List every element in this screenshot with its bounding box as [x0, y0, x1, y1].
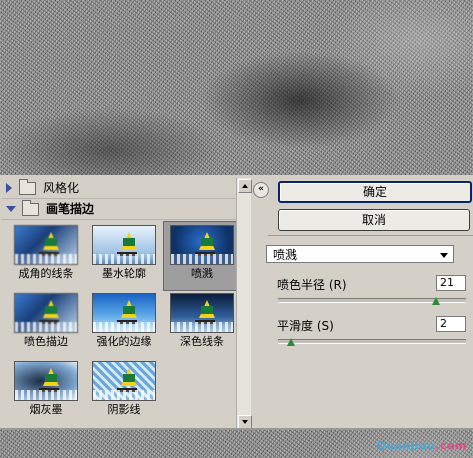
sailboat-wave-shape: [93, 254, 155, 264]
filter-thumbnail-grid: 成角的线条 墨水轮廓 喷溅喷色描边 强化的边缘 深色线条烟灰墨 阴影线: [2, 220, 236, 426]
sailboat-preview-icon: [92, 293, 156, 333]
folder-row-stylize[interactable]: 风格化: [2, 178, 236, 199]
folder-icon: [19, 178, 36, 195]
sailboat-sail2-shape: [201, 306, 213, 314]
folder-icon: [22, 199, 39, 216]
sailboat-preview-icon: [14, 361, 78, 401]
sailboat-wave-shape: [15, 322, 77, 332]
filter-thumbnail[interactable]: 阴影线: [86, 358, 162, 426]
chevron-down-icon: [440, 253, 448, 258]
sailboat-wave-shape: [15, 254, 77, 264]
sailboat-wave-shape: [171, 322, 233, 332]
filter-thumbnail[interactable]: 深色线条: [164, 290, 236, 358]
filter-tree: 风格化 画笔描边 成角的线条 墨水轮廓 喷溅喷色描边 强化的边缘 深色线条烟灰墨 阴影线: [2, 178, 236, 430]
sailboat-preview-icon: [92, 225, 156, 265]
filter-thumbnail-label: 墨水轮廓: [102, 267, 146, 280]
filter-thumbnail[interactable]: 强化的边缘: [86, 290, 162, 358]
filter-gallery-panel: 风格化 画笔描边 成角的线条 墨水轮廓 喷溅 喷色描边 强化的边缘 深色线条 烟灰墨 阴影线 …: [0, 175, 473, 430]
filter-thumbnail-label: 深色线条: [180, 335, 224, 348]
filter-thumbnail-label: 烟灰墨: [29, 403, 63, 416]
sailboat-sail2-shape: [123, 238, 135, 246]
sailboat-wave-shape: [15, 390, 77, 400]
filter-thumbnail-label: 成角的线条: [18, 267, 74, 280]
filter-thumbnail[interactable]: 成角的线条: [8, 222, 84, 290]
filter-type-select[interactable]: 喷溅: [266, 245, 454, 263]
expand-arrow-icon[interactable]: [6, 183, 12, 193]
filter-thumbnail-label: 喷色描边: [24, 335, 68, 348]
divider: [268, 235, 473, 236]
sailboat-preview-icon: [170, 293, 234, 333]
sailboat-preview-icon: [92, 361, 156, 401]
list-scrollbar[interactable]: [236, 178, 252, 430]
watermark-part: Quanjiao: [376, 439, 436, 452]
filter-type-value: 喷溅: [273, 248, 298, 262]
sailboat-sail2-shape: [123, 306, 135, 314]
ok-button[interactable]: 确定: [278, 181, 472, 203]
sailboat-wave-shape: [93, 322, 155, 332]
sailboat-sail2-shape: [201, 238, 213, 246]
filter-thumbnail[interactable]: 烟灰墨: [8, 358, 84, 426]
filter-thumbnail[interactable]: 喷色描边: [8, 290, 84, 358]
site-watermark: Quanjiao.com: [376, 439, 467, 452]
sailboat-wave-shape: [171, 254, 233, 264]
slider-handle-icon[interactable]: [287, 338, 295, 346]
sailboat-sail2-shape: [45, 306, 57, 314]
sailboat-sail2-shape: [45, 238, 57, 246]
scroll-up-arrow-icon[interactable]: [238, 179, 252, 193]
cancel-button[interactable]: 取消: [278, 209, 470, 231]
smoothness-label: 平滑度 (S): [277, 319, 334, 333]
sailboat-preview-icon: [14, 293, 78, 333]
spray-radius-slider[interactable]: [278, 297, 466, 305]
smoothness-slider[interactable]: [278, 338, 466, 346]
filter-list-panel: 风格化 画笔描边 成角的线条 墨水轮廓 喷溅喷色描边 强化的边缘 深色线条烟灰墨 阴影线: [2, 178, 252, 430]
collapse-panel-button[interactable]: «: [253, 182, 269, 198]
filter-thumbnail-label: 强化的边缘: [96, 335, 152, 348]
scroll-down-arrow-icon[interactable]: [238, 415, 252, 429]
collapse-arrow-icon[interactable]: [6, 206, 16, 212]
spray-radius-label: 喷色半径 (R): [277, 278, 347, 292]
filter-preview-image-bottom: Quanjiao.com: [0, 430, 473, 458]
smoothness-input[interactable]: [436, 316, 466, 332]
slider-handle-icon[interactable]: [432, 297, 440, 305]
filter-thumbnail[interactable]: 墨水轮廓: [86, 222, 162, 290]
filter-preview-image: [0, 0, 473, 175]
spray-radius-input[interactable]: [436, 275, 466, 291]
sailboat-preview-icon: [170, 225, 234, 265]
filter-thumbnail-label: 喷溅: [191, 267, 213, 280]
folder-label: 风格化: [43, 181, 80, 195]
watermark-part: .com: [435, 439, 467, 452]
filter-thumbnail[interactable]: 喷溅: [163, 221, 236, 291]
folder-row-brush-strokes[interactable]: 画笔描边: [2, 199, 236, 220]
sailboat-wave-shape: [93, 390, 155, 400]
folder-label: 画笔描边: [46, 202, 95, 216]
sailboat-sail2-shape: [123, 374, 135, 382]
sailboat-sail2-shape: [45, 374, 57, 382]
sailboat-preview-icon: [14, 225, 78, 265]
filter-thumbnail-label: 阴影线: [107, 403, 141, 416]
